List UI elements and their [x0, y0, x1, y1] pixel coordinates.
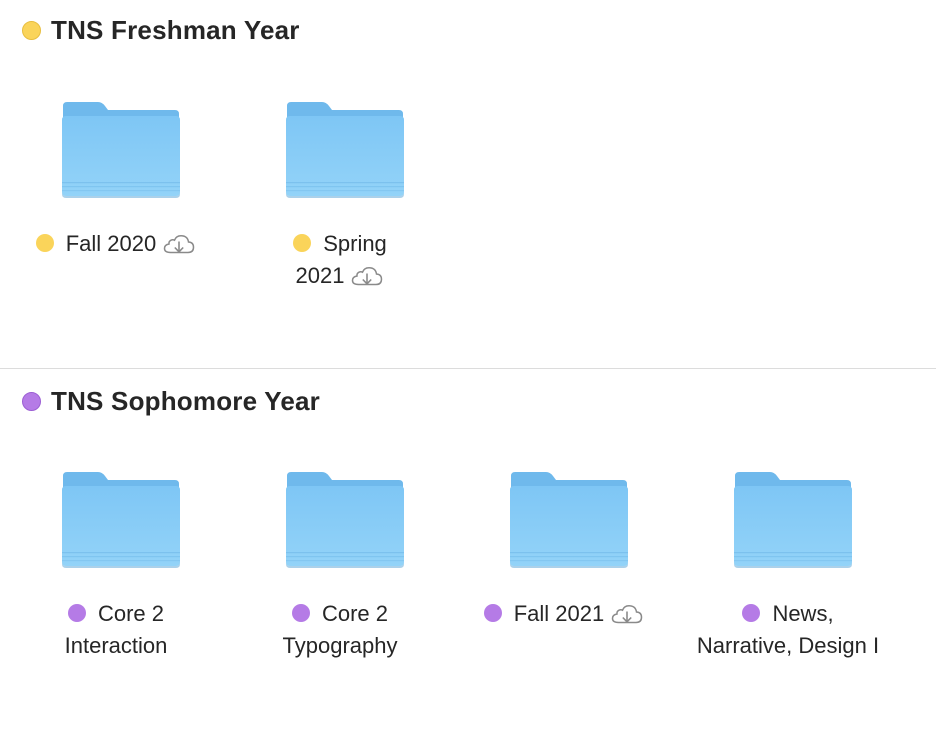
folder-icon [508, 470, 630, 568]
yellow-tag-icon [35, 234, 54, 252]
folder-name: Core 2 [97, 601, 165, 626]
purple-tag-icon [291, 604, 310, 622]
group-title: TNS Freshman Year [51, 14, 300, 45]
folder-name-line2: Typography [282, 633, 398, 658]
group-header-sophomore: TNS Sophomore Year [22, 386, 320, 416]
folder-name-line2: 2021 [295, 263, 345, 288]
folder-name-line2: Narrative, Design I [696, 633, 880, 658]
folder-name: Fall 2021 [513, 601, 605, 626]
folder-label: News, Narrative, Design I [674, 598, 902, 662]
folder-icon [284, 470, 406, 568]
purple-tag-icon [22, 391, 41, 411]
cloud-download-icon[interactable] [350, 265, 384, 287]
folder-name: News, [772, 601, 834, 626]
yellow-tag-icon [22, 20, 41, 40]
cloud-download-icon[interactable] [162, 233, 196, 255]
folder-label: Fall 2021 [452, 598, 676, 630]
cloud-download-icon[interactable] [610, 603, 644, 625]
folder-name: Fall 2020 [65, 231, 157, 256]
folder-icon [60, 100, 182, 198]
folder-name: Spring [323, 231, 387, 256]
purple-tag-icon [483, 604, 502, 622]
folder-label: Core 2 Interaction [4, 598, 228, 662]
group-header-freshman: TNS Freshman Year [22, 15, 300, 45]
group-title: TNS Sophomore Year [51, 385, 320, 416]
purple-tag-icon [67, 604, 86, 622]
folder-label: Spring 2021 [228, 228, 452, 292]
folder-icon [732, 470, 854, 568]
group-separator [0, 368, 936, 369]
folder-name: Core 2 [321, 601, 389, 626]
folder-icon [60, 470, 182, 568]
folder-icon [284, 100, 406, 198]
folder-label: Core 2 Typography [228, 598, 452, 662]
purple-tag-icon [742, 604, 761, 622]
folder-name-line2: Interaction [64, 633, 168, 658]
yellow-tag-icon [293, 234, 312, 252]
folder-label: Fall 2020 [4, 228, 228, 260]
